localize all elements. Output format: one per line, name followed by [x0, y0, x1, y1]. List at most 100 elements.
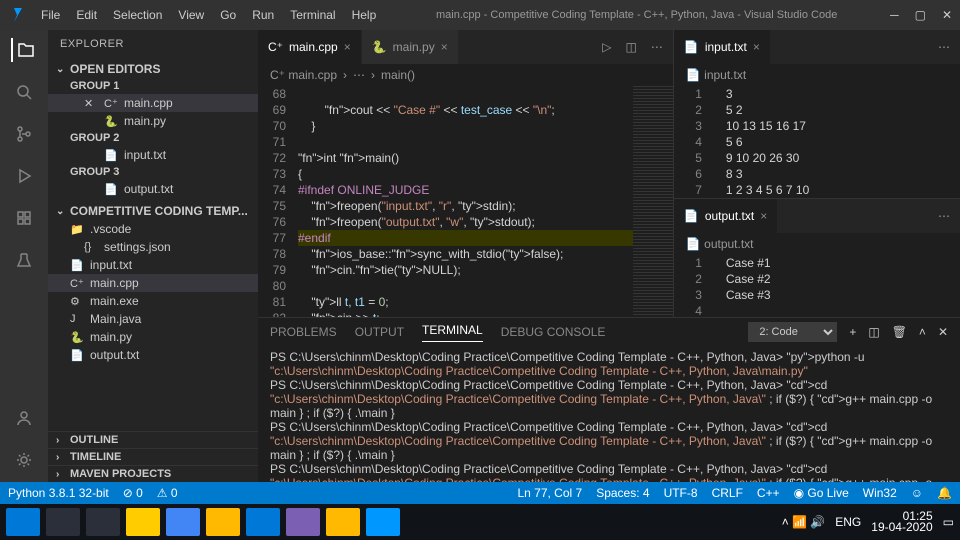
breadcrumb[interactable]: C⁺ main.cpp › ⋯ › main() [258, 64, 673, 86]
open-editor-item[interactable]: 📄output.txt [48, 180, 258, 198]
panel-tab-debug-console[interactable]: DEBUG CONSOLE [501, 325, 606, 339]
status-item[interactable]: Win32 [863, 486, 897, 500]
editor-tab[interactable]: 🐍main.py× [362, 30, 459, 64]
maximize-panel-icon[interactable]: ˄ [919, 325, 926, 339]
file-item[interactable]: 📄input.txt [48, 256, 258, 274]
split-icon[interactable]: ◫ [626, 40, 637, 54]
section-outline[interactable]: ›OUTLINE [48, 431, 258, 448]
editor-tab[interactable]: 📄input.txt× [674, 30, 771, 64]
close-panel-icon[interactable]: ✕ [938, 325, 948, 339]
extensions-icon[interactable] [12, 206, 36, 230]
status-item[interactable]: ⊘ 0 [123, 486, 143, 500]
editor-tab[interactable]: 📄output.txt× [674, 199, 778, 233]
status-item[interactable]: Spaces: 4 [596, 486, 649, 500]
taskbar-app[interactable] [126, 508, 160, 536]
taskbar-app[interactable] [286, 508, 320, 536]
editor-group-label: GROUP 1 [48, 78, 258, 94]
breadcrumb[interactable]: 📄 input.txt [674, 64, 960, 86]
close-icon[interactable]: × [441, 40, 448, 54]
run-icon[interactable]: ▷ [602, 40, 611, 54]
taskbar-app[interactable] [326, 508, 360, 536]
status-item[interactable]: ☺ [911, 486, 923, 500]
tab-bar: 📄input.txt× ⋯ [674, 30, 960, 64]
menu-terminal[interactable]: Terminal [283, 4, 342, 26]
taskbar-app[interactable] [166, 508, 200, 536]
file-item[interactable]: 📁.vscode [48, 220, 258, 238]
file-item[interactable]: ⚙main.exe [48, 292, 258, 310]
terminal-select[interactable]: 2: Code [748, 322, 837, 342]
tray-notifications[interactable]: ▭ [943, 515, 954, 529]
tray-icons[interactable]: ˄ 📶 🔊 [782, 515, 826, 529]
explorer-icon[interactable] [11, 38, 35, 62]
status-item[interactable]: CRLF [712, 486, 743, 500]
file-item[interactable]: C⁺main.cpp [48, 274, 258, 292]
new-terminal-icon[interactable]: + [849, 325, 856, 339]
status-item[interactable]: Python 3.8.1 32-bit [8, 486, 109, 500]
editor-tab[interactable]: C⁺main.cpp× [258, 30, 362, 64]
status-item[interactable]: 🔔 [937, 486, 952, 500]
breadcrumb-item[interactable]: 📄 input.txt [686, 68, 746, 82]
menu-file[interactable]: File [34, 4, 67, 26]
menu-run[interactable]: Run [245, 4, 281, 26]
status-item[interactable]: Ln 77, Col 7 [517, 486, 582, 500]
menu-edit[interactable]: Edit [69, 4, 104, 26]
section-timeline[interactable]: ›TIMELINE [48, 448, 258, 465]
testing-icon[interactable] [12, 248, 36, 272]
maximize-button[interactable]: ▢ [915, 8, 926, 22]
menu-help[interactable]: Help [345, 4, 384, 26]
open-editor-item[interactable]: 🐍main.py [48, 112, 258, 130]
source-control-icon[interactable] [12, 122, 36, 146]
kill-terminal-icon[interactable]: 🗑 [892, 325, 907, 339]
minimize-button[interactable]: ─ [890, 8, 899, 22]
more-icon[interactable]: ⋯ [651, 40, 663, 54]
tray-date[interactable]: 19-04-2020 [871, 522, 932, 533]
panel-tab-terminal[interactable]: TERMINAL [422, 323, 483, 342]
tray-lang[interactable]: ENG [835, 515, 861, 529]
file-item[interactable]: 🐍main.py [48, 328, 258, 346]
close-button[interactable]: ✕ [942, 8, 952, 22]
status-item[interactable]: C++ [757, 486, 780, 500]
panel-tab-problems[interactable]: PROBLEMS [270, 325, 337, 339]
taskbar-cortana[interactable] [86, 508, 120, 536]
more-icon[interactable]: ⋯ [938, 40, 950, 54]
split-terminal-icon[interactable]: ◫ [868, 325, 879, 339]
taskbar-search[interactable] [46, 508, 80, 536]
breadcrumb-item[interactable]: ⋯ [353, 68, 365, 82]
status-item[interactable]: UTF-8 [664, 486, 698, 500]
file-item[interactable]: 📄output.txt [48, 346, 258, 364]
breadcrumb-item[interactable]: main() [381, 68, 415, 82]
open-editor-item[interactable]: ✕C⁺main.cpp [48, 94, 258, 112]
file-item[interactable]: {}settings.json [48, 238, 258, 256]
open-editors-header[interactable]: ⌄OPEN EDITORS [48, 60, 258, 78]
close-icon[interactable]: × [344, 40, 351, 54]
status-item[interactable]: ◉ Go Live [794, 486, 849, 500]
breadcrumb-item[interactable]: 📄 output.txt [686, 237, 754, 251]
open-editor-item[interactable]: 📄input.txt [48, 146, 258, 164]
menu-view[interactable]: View [171, 4, 211, 26]
file-item[interactable]: JMain.java [48, 310, 258, 328]
status-item[interactable]: ⚠ 0 [157, 486, 178, 500]
search-icon[interactable] [12, 80, 36, 104]
breadcrumb[interactable]: 📄 output.txt [674, 233, 960, 255]
accounts-icon[interactable] [12, 406, 36, 430]
start-button[interactable] [6, 508, 40, 536]
more-icon[interactable]: ⋯ [938, 209, 950, 223]
run-icon[interactable] [12, 164, 36, 188]
folder-header[interactable]: ⌄COMPETITIVE CODING TEMP... [48, 202, 258, 220]
terminal[interactable]: PS C:\Users\chinm\Desktop\Coding Practic… [258, 346, 960, 482]
menu-selection[interactable]: Selection [106, 4, 169, 26]
code-editor[interactable]: 6869707172737475767778798081828384858687… [258, 86, 673, 317]
menu-go[interactable]: Go [213, 4, 243, 26]
taskbar-app[interactable] [206, 508, 240, 536]
panel-tab-output[interactable]: OUTPUT [355, 325, 404, 339]
taskbar-app[interactable] [246, 508, 280, 536]
taskbar-vscode[interactable] [366, 508, 400, 536]
text-editor[interactable]: 1234567 3 5 2 10 13 15 16 17 5 6 9 10 20… [674, 86, 960, 198]
text-editor[interactable]: 1234 Case #1 Case #2 Case #3 [674, 255, 960, 317]
settings-icon[interactable] [12, 448, 36, 472]
breadcrumb-item[interactable]: C⁺ main.cpp [270, 68, 337, 82]
close-icon[interactable]: × [760, 209, 767, 223]
minimap[interactable] [633, 86, 673, 317]
section-maven-projects[interactable]: ›MAVEN PROJECTS [48, 465, 258, 482]
close-icon[interactable]: × [753, 40, 760, 54]
